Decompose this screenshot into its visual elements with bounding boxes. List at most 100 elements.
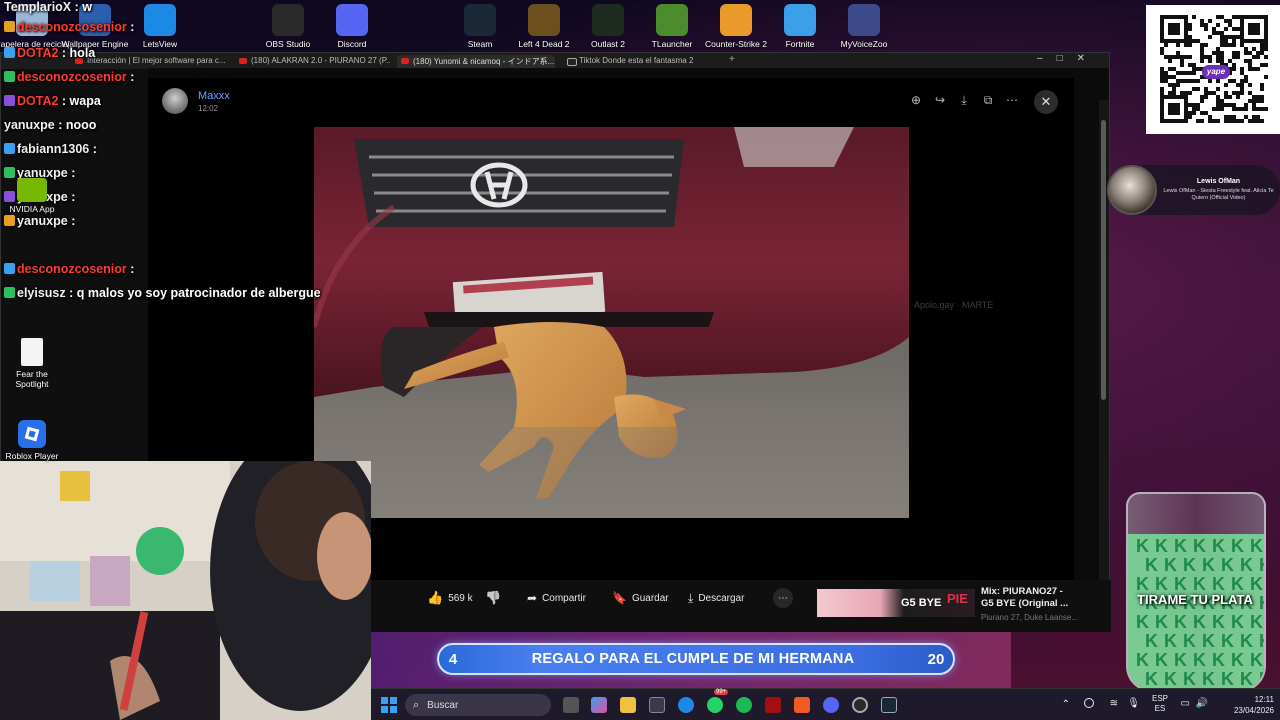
download-button[interactable]: ⤓ Descargar [688,588,744,608]
qr-module [1236,119,1240,123]
wifi-icon[interactable]: ≋ [1110,698,1118,709]
qr-module [1252,67,1256,71]
qr-module [1220,59,1224,63]
browser-tab[interactable]: Tiktok Donde esta el fantasma 2 [563,55,723,68]
desktop-icon[interactable]: Fortnite [763,4,837,49]
qr-module [1160,31,1164,35]
desktop-icon[interactable]: Outlast 2 [571,4,645,49]
file-explorer-icon[interactable] [620,697,636,713]
chat-separator: : [54,118,66,132]
qr-module [1188,63,1192,67]
desktop-icon[interactable]: Steam [443,4,517,49]
discord-icon[interactable] [823,697,839,713]
qr-module [1172,83,1176,87]
close-button[interactable]: ✕ [1034,90,1058,114]
speaker-icon[interactable]: 🔊 [1196,698,1208,709]
qr-module [1184,35,1188,39]
scrollbar-thumb[interactable] [1101,120,1106,400]
qr-module [1176,95,1180,99]
qr-module [1216,31,1220,35]
share-button[interactable]: ➦ Compartir [527,588,586,608]
spotify-icon[interactable] [736,697,752,713]
edge-icon[interactable] [678,697,694,713]
qr-module [1204,43,1208,47]
dota-icon[interactable] [765,697,781,713]
download-icon[interactable]: ⤓ [953,89,975,111]
qr-module [1184,15,1188,19]
qr-module [1208,79,1212,83]
qr-module [1176,103,1180,107]
qr-module [1184,27,1188,31]
whatsapp-icon[interactable]: 99+ [707,689,729,713]
brave-icon[interactable] [794,697,810,713]
desktop-icon[interactable]: Left 4 Dead 2 [507,4,581,49]
tray-overflow-icon[interactable]: ⌃ [1062,699,1070,710]
qr-module [1176,119,1180,123]
clock[interactable]: 12:11 23/04/2026 [1234,694,1274,716]
chat-text: q malos yo soy patrocinador de albergue [76,286,321,300]
forward-icon[interactable]: ↪ [929,89,951,111]
open-external-icon[interactable]: ⧉ [977,89,999,111]
qr-module [1240,43,1244,47]
qr-module [1224,19,1228,23]
qr-module [1216,107,1220,111]
qr-module [1256,119,1260,123]
qr-module [1224,95,1228,99]
jar-coin: K [1145,669,1158,689]
desktop-icon-fear-the-spotlight[interactable]: Fear the Spotlight [4,338,60,389]
qr-module [1264,55,1268,59]
qr-module [1168,67,1172,71]
desktop-icon-nvidia[interactable]: NVIDIA App [4,178,60,214]
qr-module [1260,47,1264,51]
qr-module [1168,95,1172,99]
chat-username: DOTA2 [17,46,59,60]
qr-module [1180,59,1184,63]
qr-module [1164,75,1168,79]
desktop-icon-roblox[interactable]: Roblox Player [4,420,60,461]
microphone-icon[interactable]: 🎙 [1127,698,1140,709]
qr-module [1248,51,1252,55]
qr-module [1184,43,1188,47]
qr-module [1232,55,1236,59]
qr-module [1248,39,1252,43]
obs-icon[interactable] [852,697,868,713]
more-icon[interactable]: ⋯ [1001,89,1023,111]
mix-title[interactable]: Mix: PIURANO27 - G5 BYE (Original ... [981,586,1068,610]
qr-module [1168,31,1172,35]
copilot-icon[interactable] [591,697,607,713]
qr-module [1184,99,1188,103]
taskbar-search[interactable]: ⌕ Buscar [405,694,551,716]
jar-coin: K [1212,650,1225,670]
qr-module [1232,103,1236,107]
desktop-icon-label: Steam [467,39,493,49]
language-indicator[interactable]: ESP ES [1152,694,1168,714]
network-sync-icon[interactable] [1084,698,1094,708]
qr-module [1196,79,1200,83]
zoom-icon[interactable]: ⊕ [905,89,927,111]
display-icon[interactable]: ▭ [1181,698,1190,709]
save-button[interactable]: 🔖 Guardar [612,588,669,608]
qr-module [1192,63,1196,67]
jar-coin: K [1183,631,1196,651]
like-button[interactable]: 👍 569 k [427,588,473,608]
mix-thumbnail[interactable]: G5 BYE PIE [817,589,975,617]
new-tab-icon[interactable]: + [729,54,735,65]
browser-tab-active[interactable]: (180) Yunomi & nicamoq - インドア系... [397,55,555,68]
task-view-icon[interactable] [563,697,579,713]
save-label: Guardar [631,592,669,604]
steam-icon[interactable] [881,697,897,713]
chat-badge-icon [4,71,15,82]
window-controls[interactable]: –□✕ [1037,53,1099,64]
more-actions-button[interactable]: ⋯ [773,588,793,608]
chat-username: yanuxpe [17,214,68,228]
jar-coin: K [1240,631,1253,651]
qr-module [1208,119,1212,123]
desktop-icon[interactable]: TLauncher [635,4,709,49]
page-scrollbar[interactable] [1099,100,1109,630]
dislike-button[interactable]: 👎 [485,588,501,608]
desktop-icon[interactable]: MyVoiceZoo [827,4,901,49]
chat-separator: : [126,20,135,34]
store-icon[interactable] [649,697,665,713]
desktop-icon[interactable]: Counter-Strike 2 [699,4,773,49]
start-button[interactable] [381,697,397,713]
